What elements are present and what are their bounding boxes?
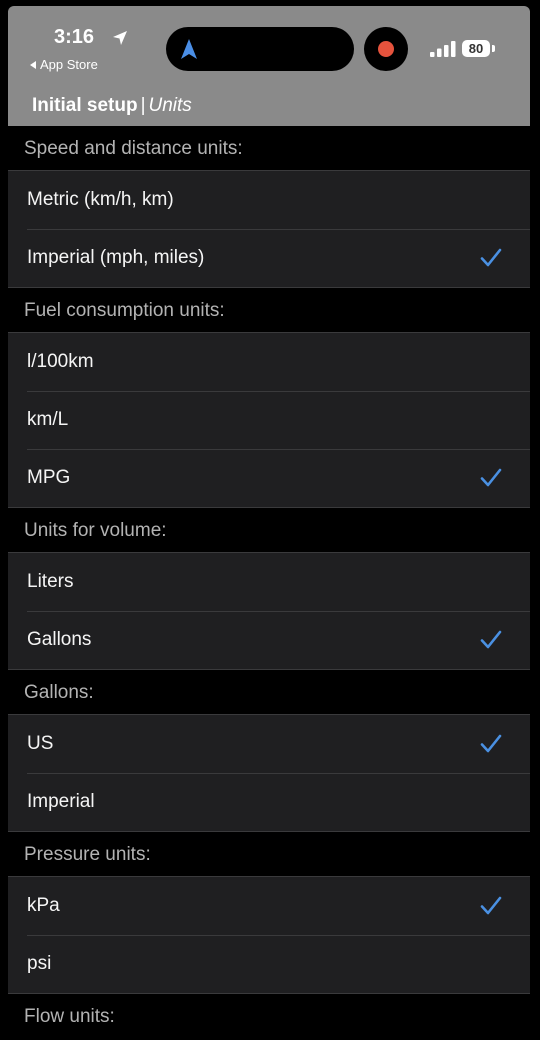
option-label: Gallons (27, 629, 92, 650)
option-units-for-volume-liters[interactable]: Liters (8, 553, 530, 611)
location-arrow-icon (113, 31, 127, 45)
section-header-pressure-units: Pressure units: (8, 832, 530, 876)
section-header-speed-and-distance-units: Speed and distance units: (8, 126, 530, 170)
section-header-gallons: Gallons: (8, 670, 530, 714)
status-time: 3:16 (54, 26, 95, 48)
options-group: US Imperial (8, 714, 530, 832)
option-label: Imperial (27, 791, 95, 812)
option-label: psi (27, 953, 52, 974)
cellular-signal-icon (430, 41, 456, 57)
option-speed-and-distance-units-imperial-mph-miles[interactable]: Imperial (mph, miles) (8, 229, 530, 287)
options-group: Metric (km/h, km) Imperial (mph, miles) (8, 170, 530, 288)
options-group: Liters Gallons (8, 552, 530, 670)
option-fuel-consumption-units-km-l[interactable]: km/L (8, 391, 530, 449)
option-units-for-volume-gallons[interactable]: Gallons (8, 611, 530, 669)
back-app-label: App Store (40, 57, 98, 72)
option-label: l/100km (27, 351, 94, 372)
option-label: Imperial (mph, miles) (27, 247, 205, 268)
checkmark-icon (480, 248, 502, 267)
checkmark-icon (480, 630, 502, 649)
section-header-units-for-volume: Units for volume: (8, 508, 530, 552)
page-title: Initial setup | Units (32, 95, 192, 117)
section-header-flow-units: Flow units: (8, 994, 530, 1038)
option-gallons-us[interactable]: US (8, 715, 530, 773)
page-title-subtitle: Units (148, 95, 192, 116)
option-label: km/L (27, 409, 69, 430)
checkmark-icon (480, 468, 502, 487)
option-label: US (27, 733, 54, 754)
section-header-fuel-consumption-units: Fuel consumption units: (8, 288, 530, 332)
option-pressure-units-psi[interactable]: psi (8, 935, 530, 993)
battery-level: 80 (468, 41, 484, 56)
checkmark-icon (480, 896, 502, 915)
recording-indicator[interactable] (364, 27, 408, 71)
dynamic-island[interactable] (166, 27, 354, 71)
option-fuel-consumption-units-l-100km[interactable]: l/100km (8, 333, 530, 391)
option-label: kPa (27, 895, 60, 916)
options-group: kPa psi (8, 876, 530, 994)
option-gallons-imperial[interactable]: Imperial (8, 773, 530, 831)
battery-tip (492, 45, 495, 52)
option-label: Liters (27, 571, 74, 592)
settings-list: Speed and distance units: Metric (km/h, k… (8, 126, 530, 1038)
back-arrow-icon (30, 60, 36, 69)
back-to-app-store-link[interactable]: App Store (30, 57, 98, 72)
navigation-arrow-icon (181, 39, 197, 59)
header: 3:16 App Store 80 Initial setup | Units (8, 6, 530, 126)
option-label: Metric (km/h, km) (27, 189, 174, 210)
page-title-separator: | (140, 95, 146, 116)
checkmark-icon (480, 734, 502, 753)
option-speed-and-distance-units-metric-km-h-km[interactable]: Metric (km/h, km) (8, 171, 530, 229)
battery-indicator: 80 (462, 40, 490, 57)
option-pressure-units-kpa[interactable]: kPa (8, 877, 530, 935)
options-group: l/100km km/L MPG (8, 332, 530, 508)
option-label: MPG (27, 467, 71, 488)
page-title-main: Initial setup (32, 95, 138, 116)
option-fuel-consumption-units-mpg[interactable]: MPG (8, 449, 530, 507)
